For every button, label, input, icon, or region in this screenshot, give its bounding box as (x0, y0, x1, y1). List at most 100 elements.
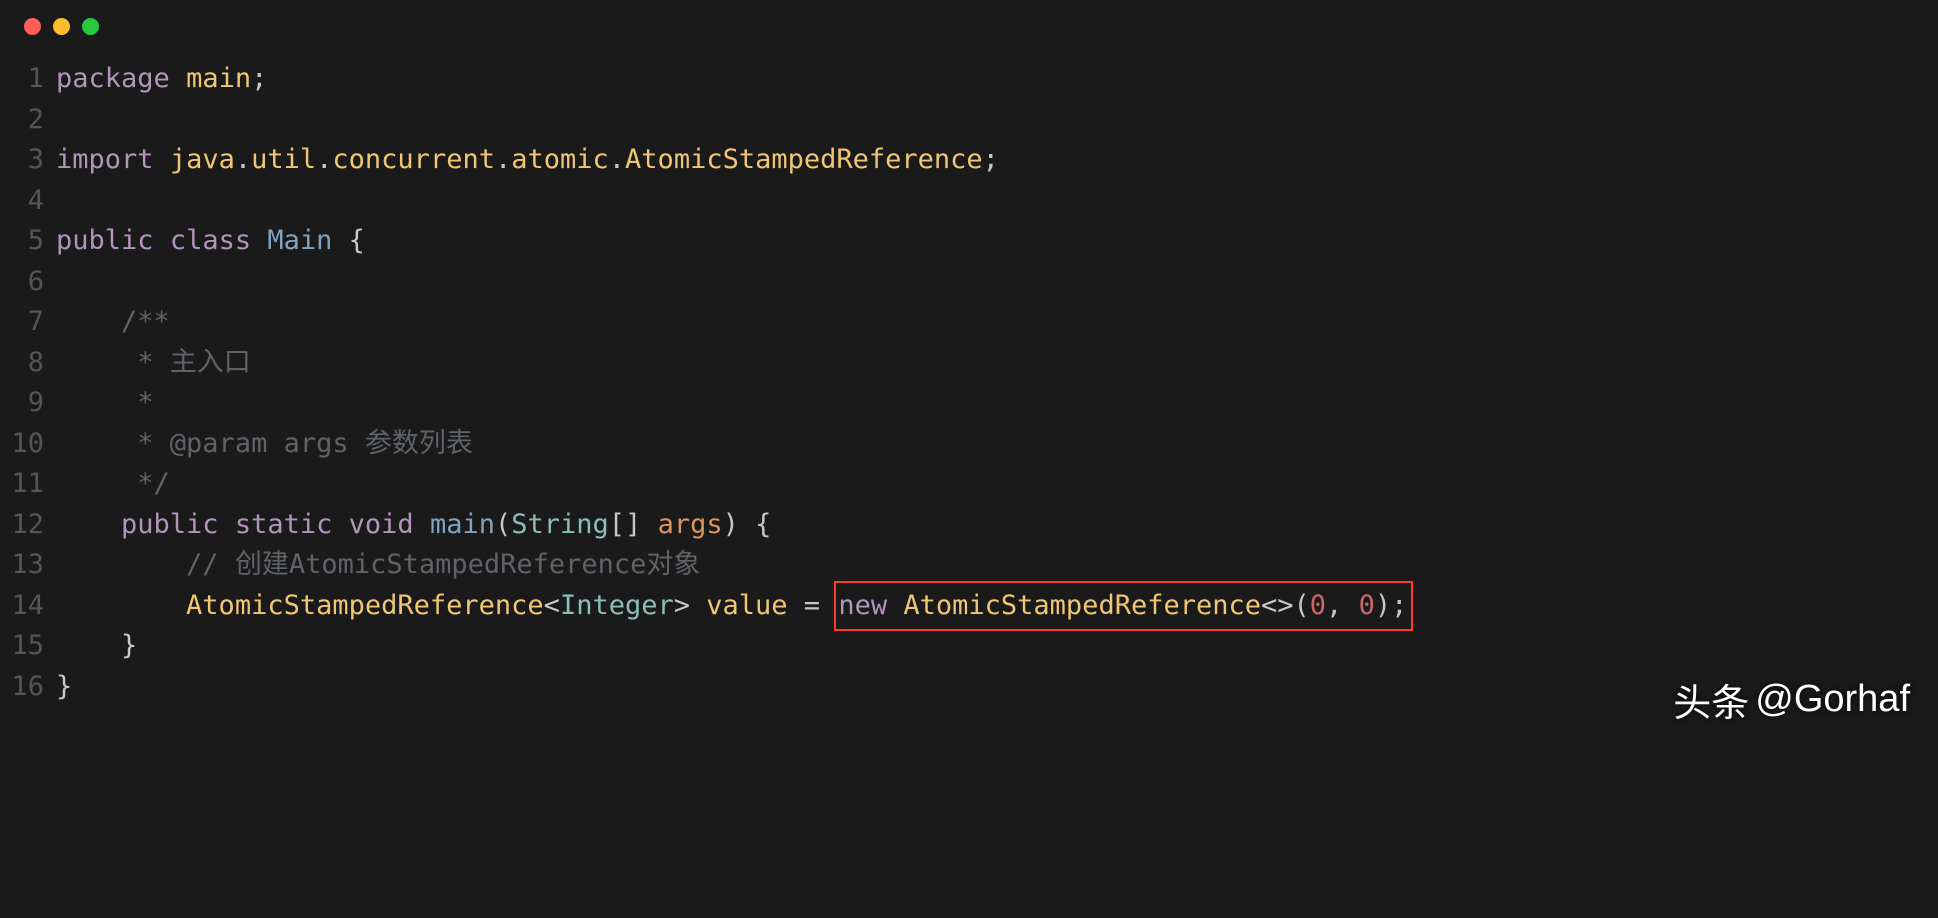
line-content: } (56, 667, 1938, 708)
line-number: 9 (0, 383, 56, 424)
code-token (170, 63, 186, 94)
code-token: * 主入口 (137, 347, 251, 378)
titlebar (0, 0, 1938, 49)
code-token: } (121, 630, 137, 661)
code-token: */ (137, 468, 170, 499)
code-token: * @param args 参数列表 (137, 428, 473, 459)
code-token (414, 509, 430, 540)
code-token: , (1326, 590, 1359, 621)
code-token: AtomicStampedReference (186, 590, 544, 621)
code-token: public (56, 225, 154, 256)
line-number: 5 (0, 221, 56, 262)
code-token (887, 590, 903, 621)
code-token: . (609, 144, 625, 175)
line-content (56, 262, 1938, 303)
code-token: . (495, 144, 511, 175)
code-window: 1package main;23import java.util.concurr… (0, 0, 1938, 737)
line-content: /** (56, 302, 1938, 343)
code-token: ); (1375, 590, 1408, 621)
code-token: AtomicStampedReference (625, 144, 983, 175)
code-token: Integer (560, 590, 674, 621)
line-number: 10 (0, 424, 56, 465)
close-icon[interactable] (24, 18, 41, 35)
code-token: String (511, 509, 609, 540)
line-content: public static void main(String[] args) { (56, 505, 1938, 546)
code-token (251, 225, 267, 256)
line-content: // 创建AtomicStampedReference对象 (56, 545, 1938, 586)
line-number: 8 (0, 343, 56, 384)
code-token: ; (251, 63, 267, 94)
code-token: class (170, 225, 251, 256)
code-line: 15 } (0, 626, 1938, 667)
code-token: ) { (723, 509, 772, 540)
code-token: util (251, 144, 316, 175)
line-number: 12 (0, 505, 56, 546)
code-token (154, 144, 170, 175)
code-token (788, 590, 804, 621)
line-number: 13 (0, 545, 56, 586)
code-token: java (170, 144, 235, 175)
maximize-icon[interactable] (82, 18, 99, 35)
code-editor[interactable]: 1package main;23import java.util.concurr… (0, 49, 1938, 737)
line-number: 4 (0, 181, 56, 222)
line-number: 11 (0, 464, 56, 505)
minimize-icon[interactable] (53, 18, 70, 35)
line-content (56, 100, 1938, 141)
line-content: * @param args 参数列表 (56, 424, 1938, 465)
code-token (219, 509, 235, 540)
line-content: } (56, 626, 1938, 667)
code-token: ( (495, 509, 511, 540)
code-token (56, 630, 121, 661)
code-token: ; (983, 144, 999, 175)
watermark-handle: @Gorhaf (1755, 678, 1910, 721)
code-line: 1package main; (0, 59, 1938, 100)
code-token: /** (121, 306, 170, 337)
code-line: 6 (0, 262, 1938, 303)
code-token: . (316, 144, 332, 175)
code-token: value (706, 590, 787, 621)
line-number: 6 (0, 262, 56, 303)
code-token: public (121, 509, 219, 540)
code-token: Main (267, 225, 332, 256)
code-line: 16} (0, 667, 1938, 708)
line-content: */ (56, 464, 1938, 505)
line-number: 1 (0, 59, 56, 100)
line-content: AtomicStampedReference<Integer> value = … (56, 586, 1938, 627)
code-token (56, 387, 137, 418)
code-token: <>( (1261, 590, 1310, 621)
watermark: 头条 @Gorhaf (1673, 672, 1910, 727)
code-line: 5public class Main { (0, 221, 1938, 262)
code-token: 0 (1310, 590, 1326, 621)
code-token (56, 428, 137, 459)
code-token: [] (609, 509, 658, 540)
line-number: 16 (0, 667, 56, 708)
code-token: AtomicStampedReference (903, 590, 1261, 621)
code-line: 10 * @param args 参数列表 (0, 424, 1938, 465)
highlight-box: new AtomicStampedReference<>(0, 0); (834, 581, 1413, 632)
code-line: 7 /** (0, 302, 1938, 343)
code-token: // 创建AtomicStampedReference对象 (186, 549, 700, 580)
code-token: atomic (511, 144, 609, 175)
code-line: 11 */ (0, 464, 1938, 505)
code-token: void (349, 509, 414, 540)
code-token: import (56, 144, 154, 175)
code-token (56, 347, 137, 378)
code-line: 3import java.util.concurrent.atomic.Atom… (0, 140, 1938, 181)
code-token: concurrent (332, 144, 495, 175)
code-token: * (137, 387, 153, 418)
code-token (56, 468, 137, 499)
code-token: 0 (1359, 590, 1375, 621)
code-line: 2 (0, 100, 1938, 141)
code-token (56, 509, 121, 540)
code-line: 9 * (0, 383, 1938, 424)
code-token: } (56, 671, 72, 702)
code-line: 8 * 主入口 (0, 343, 1938, 384)
code-token (56, 549, 186, 580)
line-content: package main; (56, 59, 1938, 100)
code-token: . (235, 144, 251, 175)
line-content: * (56, 383, 1938, 424)
code-token (154, 225, 170, 256)
code-token (56, 590, 186, 621)
code-token: static (235, 509, 333, 540)
code-token (332, 225, 348, 256)
